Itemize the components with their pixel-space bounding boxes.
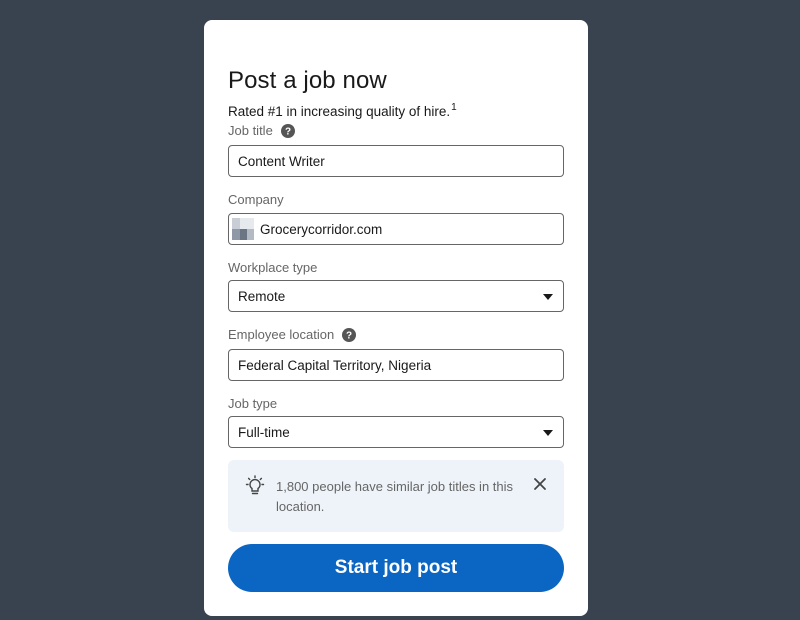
job-type-label-text: Job type <box>228 396 278 411</box>
workplace-type-label-text: Workplace type <box>228 260 318 275</box>
close-icon[interactable] <box>532 476 548 492</box>
insight-text: 1,800 people have similar job titles in … <box>276 479 514 514</box>
question-circle-icon[interactable]: ? <box>280 123 295 138</box>
caret-down-icon <box>543 430 553 436</box>
page-title: Post a job now <box>228 67 387 94</box>
job-title-input[interactable]: Content Writer <box>228 145 564 177</box>
insight-banner: 1,800 people have similar job titles in … <box>228 460 564 532</box>
workplace-type-select[interactable]: Remote <box>228 280 564 312</box>
employee-location-value: Federal Capital Territory, Nigeria <box>238 357 432 373</box>
subtitle: Rated #1 in increasing quality of hire.1 <box>228 102 457 119</box>
job-title-label: Job title ? <box>228 123 295 138</box>
workplace-type-value: Remote <box>238 288 286 304</box>
company-value: Grocerycorridor.com <box>260 221 383 237</box>
caret-down-icon <box>543 294 553 300</box>
svg-text:?: ? <box>285 126 291 137</box>
question-circle-icon[interactable]: ? <box>342 327 357 342</box>
subtitle-footnote: 1 <box>451 102 457 113</box>
job-type-value: Full-time <box>238 424 290 440</box>
post-job-card: Post a job now Rated #1 in increasing qu… <box>204 20 588 616</box>
job-type-select[interactable]: Full-time <box>228 416 564 448</box>
job-type-label: Job type <box>228 396 277 411</box>
company-label-text: Company <box>228 192 284 207</box>
start-job-post-button[interactable]: Start job post <box>228 544 564 592</box>
workplace-type-label: Workplace type <box>228 260 317 275</box>
lightbulb-icon <box>245 475 265 495</box>
job-title-label-text: Job title <box>228 123 273 138</box>
employee-location-input[interactable]: Federal Capital Territory, Nigeria <box>228 349 564 381</box>
svg-text:?: ? <box>346 330 352 341</box>
employee-location-label: Employee location ? <box>228 327 357 342</box>
company-input[interactable]: Grocerycorridor.com <box>228 213 564 245</box>
subtitle-text: Rated #1 in increasing quality of hire. <box>228 104 451 119</box>
company-logo-icon <box>232 218 254 240</box>
employee-location-label-text: Employee location <box>228 327 335 342</box>
job-title-value: Content Writer <box>238 153 325 169</box>
company-label: Company <box>228 192 284 207</box>
